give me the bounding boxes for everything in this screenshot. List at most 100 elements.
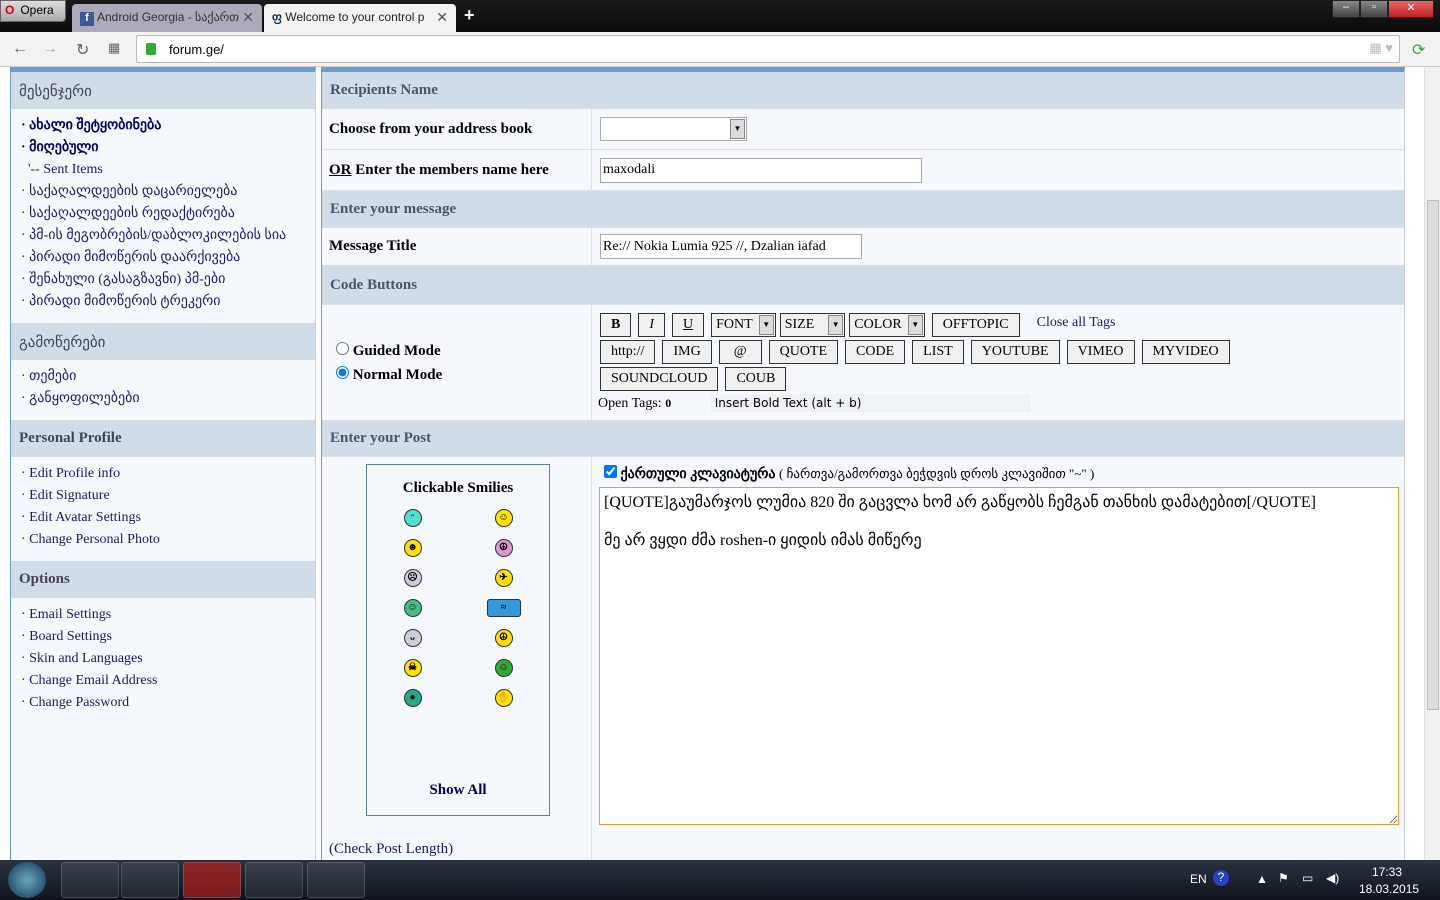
action-center-flag-icon[interactable]: ⚑: [1278, 871, 1289, 885]
close-all-tags-link[interactable]: Close all Tags: [1037, 315, 1116, 330]
sidebar-link[interactable]: · საქაღალდეების რედაქტირება: [21, 203, 315, 225]
post-textarea[interactable]: [QUOTE]გაუმარჯოს ლუმია 820 ში გაცვლა ხომ…: [599, 487, 1399, 825]
forward-icon[interactable]: →: [42, 40, 58, 58]
code-button[interactable]: CODE: [845, 340, 906, 364]
help-icon[interactable]: ?: [1213, 870, 1229, 886]
opera-logo-icon: O: [5, 3, 15, 17]
network-icon[interactable]: ▭: [1302, 871, 1313, 885]
tab-android-georgia[interactable]: f Android Georgia - საქართ ✕: [72, 4, 262, 32]
img-button[interactable]: IMG: [662, 340, 712, 364]
smiley-icon[interactable]: ≈: [486, 599, 521, 617]
page-scrollbar[interactable]: [1424, 67, 1440, 860]
sidebar-link[interactable]: · Edit Signature: [21, 485, 315, 507]
clock-time[interactable]: 17:33: [1372, 865, 1402, 879]
sidebar-link[interactable]: · საქაღალდეების დაცარიელება: [21, 181, 315, 203]
email-button[interactable]: @: [718, 340, 762, 364]
close-tab-icon[interactable]: ✕: [242, 9, 254, 26]
maximize-button[interactable]: ▫: [1360, 0, 1388, 18]
youtube-button[interactable]: YOUTUBE: [970, 340, 1060, 364]
smiley-icon[interactable]: ●: [403, 689, 422, 707]
sidebar-link[interactable]: · თემები: [21, 366, 315, 388]
show-hidden-icons-icon[interactable]: ▲: [1256, 872, 1268, 886]
sidebar-link[interactable]: · Edit Avatar Settings: [21, 507, 315, 529]
url-button[interactable]: http://: [600, 340, 656, 364]
smiley-icon[interactable]: ☺: [403, 599, 422, 617]
browser-tab-bar: O Opera f Android Georgia - საქართ ✕ ფ Welc…: [0, 0, 1440, 32]
check-post-length-link[interactable]: (Check Post Length): [329, 841, 453, 858]
soundcloud-button[interactable]: SOUNDCLOUD: [600, 367, 719, 391]
sidebar-link[interactable]: · პირადი მიმოწერის დაარქივება: [21, 247, 315, 269]
close-window-button[interactable]: ✕: [1388, 0, 1434, 18]
sidebar-link[interactable]: · Change Password: [21, 692, 315, 714]
section-header: Enter your message: [322, 191, 1404, 228]
minimize-button[interactable]: –: [1332, 0, 1360, 18]
smiley-icon[interactable]: ☠: [403, 659, 422, 677]
opera-taskbar-icon[interactable]: [183, 862, 241, 898]
myvideo-button[interactable]: MYVIDEO: [1141, 340, 1230, 364]
address-bar[interactable]: forum.ge/ ▦ ♥: [136, 35, 1400, 63]
smiley-icon[interactable]: ☻: [403, 539, 422, 557]
smiley-icon[interactable]: ☺: [494, 509, 513, 527]
calculator-taskbar-icon[interactable]: [245, 862, 303, 898]
clock-date[interactable]: 18.03.2015: [1359, 882, 1419, 896]
sidebar-link[interactable]: · Edit Profile info: [21, 463, 315, 485]
underline-button[interactable]: U: [672, 313, 705, 337]
smiley-icon[interactable]: ᵔ: [403, 509, 422, 527]
sidebar-link[interactable]: · ახალი შეტყობინება: [21, 115, 315, 137]
back-icon[interactable]: ←: [12, 40, 28, 58]
list-button[interactable]: LIST: [912, 340, 964, 364]
media-player-taskbar-icon[interactable]: [121, 862, 179, 898]
sidebar-link[interactable]: · Board Settings: [21, 626, 315, 648]
bold-button[interactable]: B: [600, 313, 632, 337]
close-tab-icon[interactable]: ✕: [436, 9, 448, 26]
quote-button[interactable]: QUOTE: [768, 340, 839, 364]
members-name-input[interactable]: [600, 157, 922, 183]
size-dropdown[interactable]: SIZE ▼: [779, 313, 846, 337]
sidebar-link[interactable]: · Skin and Languages: [21, 648, 315, 670]
extension-icon[interactable]: ⟳: [1412, 40, 1425, 60]
smiley-icon[interactable]: ☮: [494, 629, 513, 647]
sidebar-link[interactable]: '-- Sent Items: [21, 159, 315, 181]
italic-button[interactable]: I: [638, 313, 666, 337]
sidebar-link[interactable]: · პირადი მიმოწერის ტრეკერი: [21, 291, 315, 313]
vimeo-button[interactable]: VIMEO: [1066, 340, 1135, 364]
bookmark-heart-icon[interactable]: ▦ ♥: [1369, 40, 1393, 56]
font-dropdown[interactable]: FONT ▼: [711, 313, 776, 337]
offtopic-button[interactable]: OFFTOPIC: [931, 313, 1020, 337]
normal-mode-radio[interactable]: Normal Mode: [336, 365, 442, 384]
smiley-icon[interactable]: ✈: [494, 569, 513, 587]
sidebar-link[interactable]: · განყოფილებები: [21, 388, 315, 410]
sidebar-link[interactable]: · მიღებული: [21, 137, 315, 159]
show-all-smilies-link[interactable]: Show All: [367, 782, 549, 799]
smilies-title: Clickable Smilies: [402, 480, 514, 496]
reload-icon[interactable]: ↻: [76, 40, 89, 60]
sidebar-link[interactable]: · Email Settings: [21, 604, 315, 626]
message-title-input[interactable]: [600, 234, 862, 259]
section-header: Recipients Name: [322, 72, 1404, 109]
smiley-icon[interactable]: ☮: [494, 539, 513, 557]
smiley-icon[interactable]: ☹: [403, 569, 422, 587]
explorer-taskbar-icon[interactable]: [61, 862, 119, 898]
color-dropdown[interactable]: COLOR ▼: [849, 313, 925, 337]
tab-control-panel[interactable]: ფ Welcome to your control p ✕: [264, 4, 456, 32]
opera-menu-button[interactable]: O Opera: [0, 0, 66, 22]
georgian-keyboard-checkbox[interactable]: [604, 465, 617, 478]
guided-mode-radio[interactable]: Guided Mode: [336, 341, 441, 360]
sidebar-link[interactable]: · პმ-ის მეგობრების/დაბლოკილების სია: [21, 225, 315, 247]
language-indicator[interactable]: EN: [1190, 872, 1207, 886]
start-button[interactable]: [8, 862, 46, 898]
new-tab-button[interactable]: +: [464, 5, 475, 26]
address-book-select[interactable]: ▼: [600, 117, 747, 141]
smiley-icon[interactable]: ☺: [494, 659, 513, 677]
speed-dial-icon[interactable]: ▦: [108, 40, 120, 56]
smiley-icon[interactable]: ᴗ: [403, 629, 422, 647]
coub-button[interactable]: COUB: [725, 367, 787, 391]
sidebar-link[interactable]: · Change Personal Photo: [21, 529, 315, 551]
smiley-icon[interactable]: ✋: [494, 689, 513, 707]
word-taskbar-icon[interactable]: [307, 862, 365, 898]
sidebar-link[interactable]: · Change Email Address: [21, 670, 315, 692]
sidebar-link[interactable]: · შენახული (გასაგზავნი) პმ-ები: [21, 269, 315, 291]
forum-favicon-icon: ფ: [272, 10, 286, 24]
scrollbar-thumb[interactable]: [1427, 200, 1439, 710]
volume-icon[interactable]: ◀): [1326, 871, 1339, 885]
